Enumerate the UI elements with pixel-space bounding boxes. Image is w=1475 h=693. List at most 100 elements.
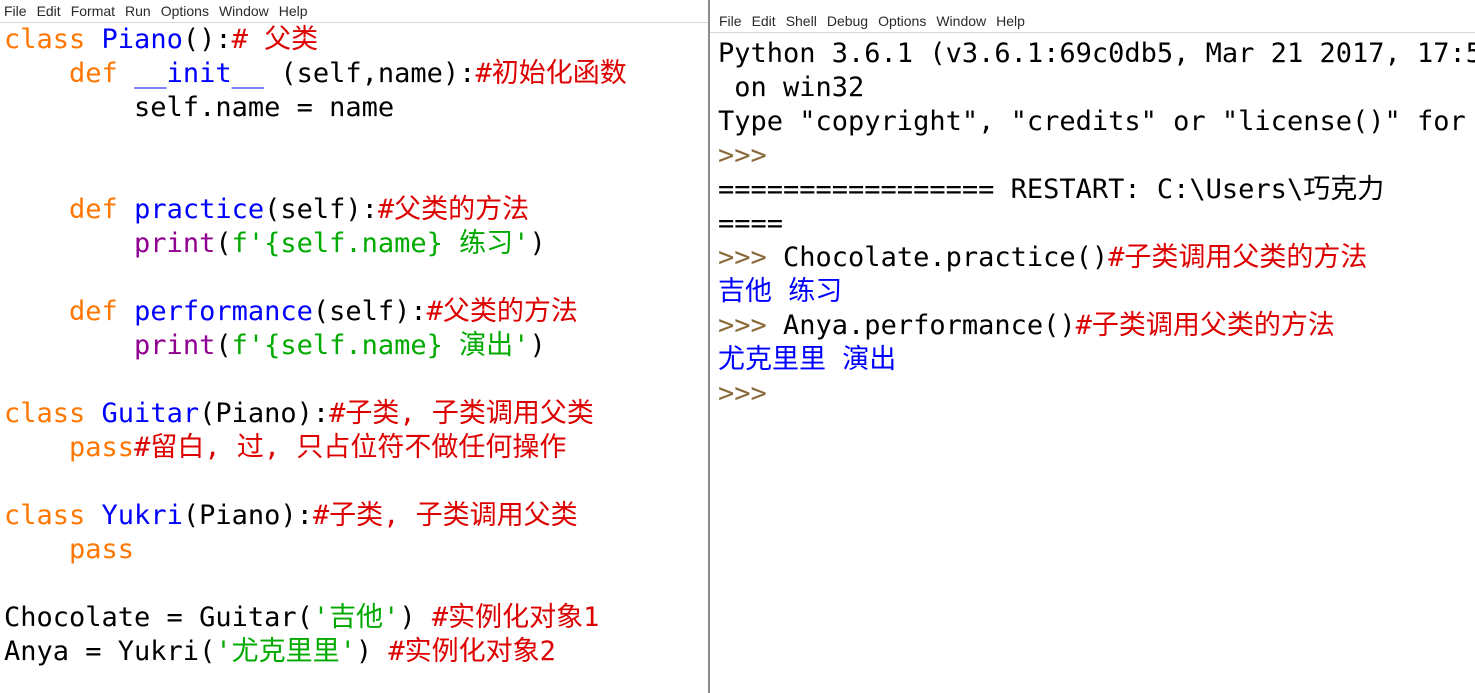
code-line: class Yukri(Piano):#子类, 子类调用父类 xyxy=(4,499,627,533)
code-token: (Piano): xyxy=(182,500,313,531)
editor-window: File Edit Format Run Options Window Help… xyxy=(0,0,708,693)
code-token: Yukri xyxy=(101,500,183,531)
shell-output-area[interactable]: Python 3.6.1 (v3.6.1:69c0db5, Mar 21 201… xyxy=(718,37,1475,411)
shell-menu-edit[interactable]: Edit xyxy=(752,13,776,29)
code-token: ================= RESTART: C:\Users\巧克力 xyxy=(718,174,1385,205)
code-token: #留白, 过, 只占位符不做任何操作 xyxy=(134,432,567,463)
editor-menu-window[interactable]: Window xyxy=(219,3,269,19)
editor-menu-file[interactable]: File xyxy=(4,3,27,19)
shell-line: Type "copyright", "credits" or "license(… xyxy=(718,105,1475,139)
shell-line: Python 3.6.1 (v3.6.1:69c0db5, Mar 21 201… xyxy=(718,37,1475,71)
code-line: def practice(self):#父类的方法 xyxy=(4,193,627,227)
code-token: class xyxy=(4,398,102,429)
code-token: pass xyxy=(69,534,135,565)
code-line: Anya = Yukri('尤克里里') #实例化对象2 xyxy=(4,635,627,669)
shell-menu-file[interactable]: File xyxy=(719,13,742,29)
code-token: def xyxy=(69,58,135,89)
code-token: self.name = name xyxy=(4,92,395,123)
code-line: Chocolate = Guitar('吉他') #实例化对象1 xyxy=(4,601,627,635)
code-token: #初始化函数 xyxy=(475,58,627,89)
code-token: >>> xyxy=(718,310,784,341)
code-token: >>> xyxy=(718,242,784,273)
code-token: #父类的方法 xyxy=(377,194,530,225)
code-token: Anya = Yukri( xyxy=(4,636,216,667)
code-token: '吉他' xyxy=(312,602,400,633)
editor-menubar: File Edit Format Run Options Window Help xyxy=(0,0,708,23)
code-token: ==== xyxy=(718,208,784,239)
code-line: print(f'{self.name} 练习') xyxy=(4,227,627,261)
code-line: class Piano():# 父类 xyxy=(4,23,627,57)
editor-menu-run[interactable]: Run xyxy=(125,3,151,19)
code-token: __init__ xyxy=(134,58,265,89)
code-token: ) xyxy=(529,228,546,259)
shell-line: on win32 xyxy=(718,71,1475,105)
editor-menu-edit[interactable]: Edit xyxy=(37,3,61,19)
code-token: ( xyxy=(215,228,232,259)
code-token: (): xyxy=(182,24,232,55)
shell-menu-shell[interactable]: Shell xyxy=(786,13,817,29)
editor-menu-options[interactable]: Options xyxy=(161,3,209,19)
code-token: Anya.performance() xyxy=(783,310,1076,341)
shell-menu-window[interactable]: Window xyxy=(936,13,986,29)
code-token: class xyxy=(4,24,102,55)
code-token: Chocolate = Guitar( xyxy=(4,602,313,633)
shell-line: >>> xyxy=(718,139,1475,173)
editor-menu-format[interactable]: Format xyxy=(71,3,115,19)
code-token: (self,name): xyxy=(264,58,476,89)
shell-window: File Edit Shell Debug Options Window Hel… xyxy=(710,0,1475,693)
code-token: performance xyxy=(134,296,313,327)
shell-menu-debug[interactable]: Debug xyxy=(827,13,868,29)
code-token: (Piano): xyxy=(199,398,330,429)
code-token: ) xyxy=(355,636,389,667)
code-token: Python 3.6.1 (v3.6.1:69c0db5, Mar 21 201… xyxy=(718,38,1475,69)
code-token: Guitar xyxy=(101,398,200,429)
code-token: (self): xyxy=(312,296,427,327)
shell-line: >>> Anya.performance()#子类调用父类的方法 xyxy=(718,309,1475,343)
code-line: def performance(self):#父类的方法 xyxy=(4,295,627,329)
code-token: (self): xyxy=(264,194,378,225)
editor-code-area[interactable]: class Piano():# 父类 def __init__ (self,na… xyxy=(4,23,627,669)
code-token: #子类调用父类的方法 xyxy=(1075,310,1335,341)
code-token: ( xyxy=(215,330,232,361)
shell-line: ==== xyxy=(718,207,1475,241)
code-line: print(f'{self.name} 演出') xyxy=(4,329,627,363)
code-token: practice xyxy=(134,194,265,225)
code-token: def xyxy=(69,296,135,327)
code-token: 尤克里里 演出 xyxy=(718,344,897,375)
shell-line: >>> Chocolate.practice()#子类调用父类的方法 xyxy=(718,241,1475,275)
code-token: print xyxy=(134,228,216,259)
shell-line: 尤克里里 演出 xyxy=(718,343,1475,377)
shell-menu-options[interactable]: Options xyxy=(878,13,926,29)
code-line: class Guitar(Piano):#子类, 子类调用父类 xyxy=(4,397,627,431)
code-token: #实例化对象1 xyxy=(431,602,600,633)
shell-line: >>> xyxy=(718,377,1475,411)
code-line: def __init__ (self,name):#初始化函数 xyxy=(4,57,627,91)
code-token: f'{self.name} 演出' xyxy=(231,330,530,361)
code-token: print xyxy=(134,330,216,361)
code-token: #子类调用父类的方法 xyxy=(1108,242,1368,273)
code-token: on win32 xyxy=(718,72,865,103)
shell-menu-help[interactable]: Help xyxy=(996,13,1025,29)
shell-line: 吉他 练习 xyxy=(718,275,1475,309)
code-token: >>> xyxy=(718,140,767,171)
code-token: ) xyxy=(529,330,546,361)
shell-line: ================= RESTART: C:\Users\巧克力 xyxy=(718,173,1475,207)
code-token: Chocolate.practice() xyxy=(783,242,1109,273)
code-token: #子类, 子类调用父类 xyxy=(329,398,594,429)
editor-menu-help[interactable]: Help xyxy=(279,3,308,19)
code-token: #父类的方法 xyxy=(426,296,578,327)
shell-menubar: File Edit Shell Debug Options Window Hel… xyxy=(710,10,1475,33)
code-token: #子类, 子类调用父类 xyxy=(312,500,578,531)
code-line: self.name = name xyxy=(4,91,627,125)
code-token: Type "copyright", "credits" or "license(… xyxy=(718,106,1466,137)
code-token: f'{self.name} 练习' xyxy=(231,228,530,259)
code-token: class xyxy=(4,500,102,531)
code-token: >>> xyxy=(718,378,767,409)
